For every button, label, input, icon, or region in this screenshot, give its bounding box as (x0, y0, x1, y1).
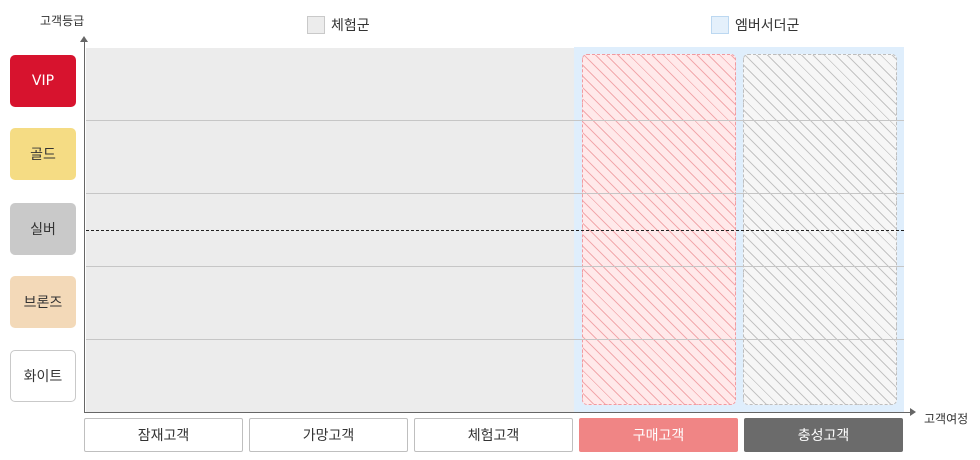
y-axis-arrow-icon (80, 36, 88, 42)
tier-bronze: 브론즈 (10, 276, 76, 328)
x-axis-arrow-icon (910, 408, 916, 416)
gridline (86, 193, 904, 194)
tier-silver: 실버 (10, 203, 76, 255)
gridline (86, 339, 904, 340)
legend-ambassador: 엠버서더군 (711, 15, 799, 35)
gridline (86, 120, 904, 121)
legend-trial-label: 체험군 (331, 18, 370, 34)
x-axis-label: 고객여정 (924, 412, 969, 426)
threshold-line (86, 230, 904, 231)
y-axis-label: 고객등급 (40, 14, 85, 28)
stage-potential: 잠재고객 (84, 418, 243, 452)
tier-gold: 골드 (10, 128, 76, 180)
legend-trial: 체험군 (307, 15, 370, 35)
legend-ambassador-swatch (711, 16, 729, 34)
stage-loyal: 충성고객 (744, 418, 903, 452)
legend-trial-swatch (307, 16, 325, 34)
stage-prospect: 가망고객 (249, 418, 408, 452)
x-axis (84, 412, 912, 413)
gridline (86, 266, 904, 267)
tier-vip: VIP (10, 55, 76, 107)
stage-trial: 체험고객 (414, 418, 573, 452)
tier-white: 화이트 (10, 350, 76, 402)
legend-ambassador-label: 엠버서더군 (735, 18, 800, 34)
stage-purchase: 구매고객 (579, 418, 738, 452)
y-axis (84, 40, 85, 413)
